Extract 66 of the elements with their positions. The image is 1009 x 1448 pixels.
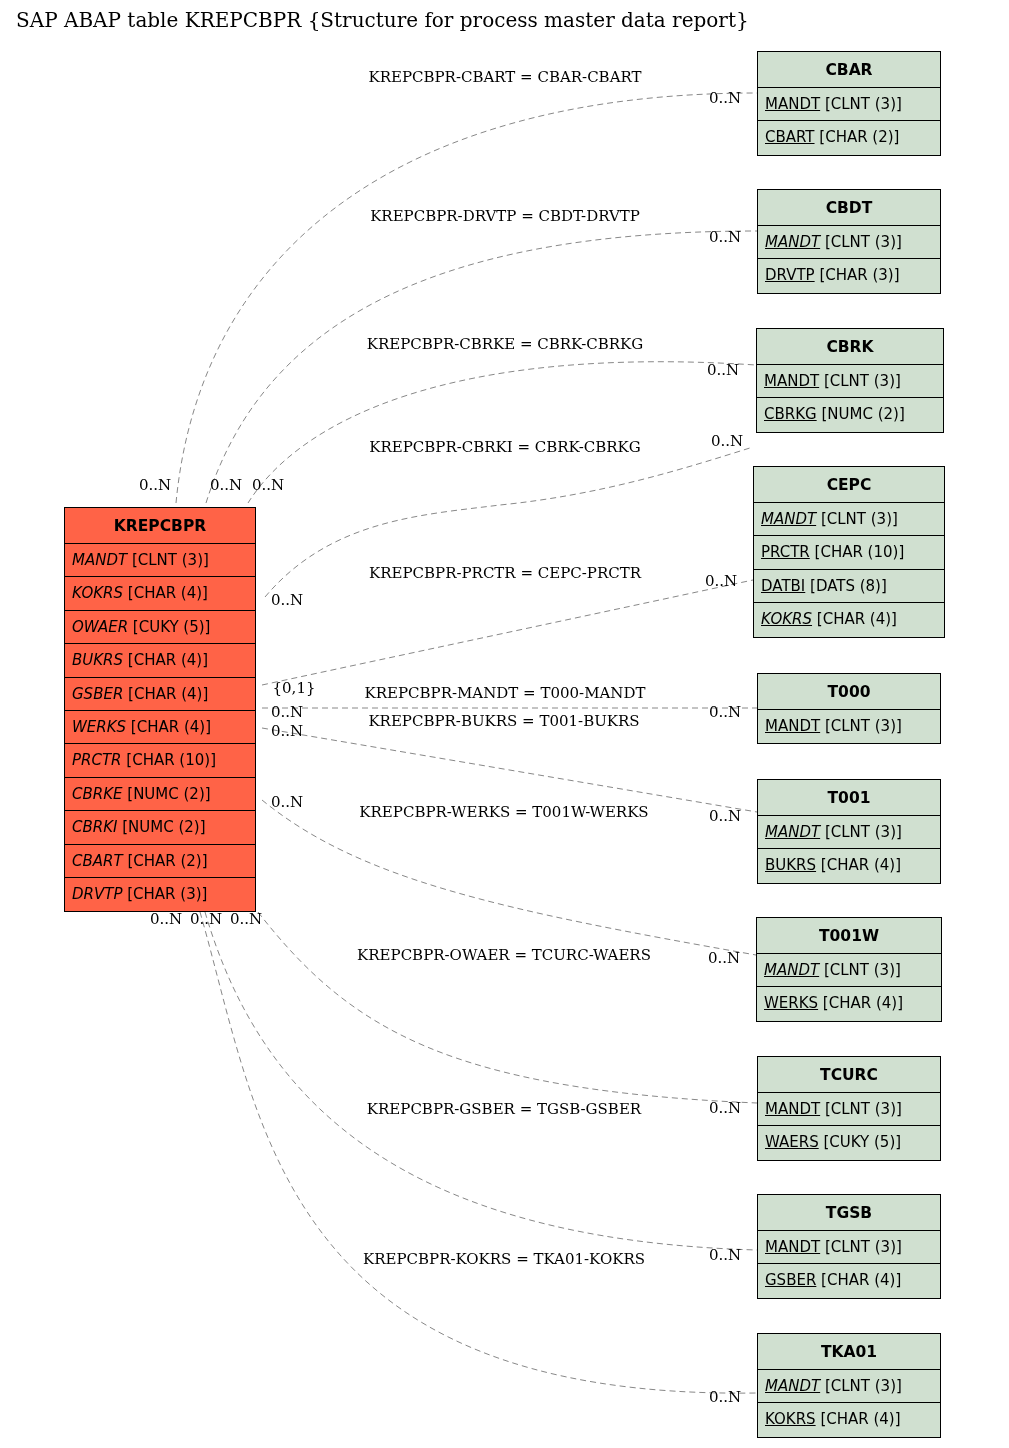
table-field: MANDT [CLNT (3)] bbox=[758, 1231, 940, 1265]
relation-label: KREPCBPR-GSBER = TGSB-GSBER bbox=[366, 1100, 642, 1118]
cardinality-label: 0..N bbox=[708, 807, 742, 825]
relation-label: KREPCBPR-KOKRS = TKA01-KOKRS bbox=[363, 1250, 645, 1268]
cardinality-label: 0..N bbox=[706, 361, 740, 379]
relation-label: KREPCBPR-CBART = CBAR-CBART bbox=[368, 68, 642, 86]
table-field: CBRKI [NUMC (2)] bbox=[65, 811, 255, 845]
table-field: PRCTR [CHAR (10)] bbox=[65, 744, 255, 778]
table-field: MANDT [CLNT (3)] bbox=[758, 710, 940, 744]
table-field: MANDT [CLNT (3)] bbox=[758, 88, 940, 122]
table-field: DRVTP [CHAR (3)] bbox=[758, 259, 940, 293]
cardinality-label: 0..N bbox=[708, 1388, 742, 1406]
table-field: DRVTP [CHAR (3)] bbox=[65, 877, 255, 912]
table-field: MANDT [CLNT (3)] bbox=[758, 1370, 940, 1404]
cardinality-label: 0..N bbox=[270, 591, 304, 609]
table-field: MANDT [CLNT (3)] bbox=[757, 954, 941, 988]
table-field: KOKRS [CHAR (4)] bbox=[65, 577, 255, 611]
table-field: PRCTR [CHAR (10)] bbox=[754, 536, 944, 570]
table-field: CBART [CHAR (2)] bbox=[65, 844, 255, 878]
cardinality-label: 0..N bbox=[251, 476, 285, 494]
table-field: WERKS [CHAR (4)] bbox=[65, 710, 255, 745]
relation-label: KREPCBPR-DRVTP = CBDT-DRVTP bbox=[370, 207, 640, 225]
table-field: MANDT [CLNT (3)] bbox=[758, 816, 940, 850]
cardinality-label: 0..N bbox=[708, 703, 742, 721]
table-field: GSBER [CHAR (4)] bbox=[65, 677, 255, 711]
cardinality-label: 0..N bbox=[708, 1246, 742, 1264]
table-field: GSBER [CHAR (4)] bbox=[758, 1264, 940, 1298]
table-field: MANDT [CLNT (3)] bbox=[65, 544, 255, 578]
cardinality-label: 0..N bbox=[710, 432, 744, 450]
table-field: CBRKG [NUMC (2)] bbox=[757, 398, 943, 432]
cardinality-label: 0..N bbox=[138, 476, 172, 494]
relation-label: KREPCBPR-CBRKE = CBRK-CBRKG bbox=[366, 335, 644, 353]
table-field: DATBI [DATS (8)] bbox=[754, 569, 944, 604]
table-field: MANDT [CLNT (3)] bbox=[758, 226, 940, 260]
table-field: BUKRS [CHAR (4)] bbox=[758, 849, 940, 883]
cardinality-label: 0..N bbox=[270, 703, 304, 721]
table-field: MANDT [CLNT (3)] bbox=[757, 365, 943, 399]
cardinality-label: 0..N bbox=[229, 910, 263, 928]
table-field: OWAER [CUKY (5)] bbox=[65, 610, 255, 645]
cardinality-label: 0..N bbox=[149, 910, 183, 928]
cardinality-label: {0,1} bbox=[272, 679, 316, 697]
table-field: CBART [CHAR (2)] bbox=[758, 121, 940, 155]
cardinality-label: 0..N bbox=[209, 476, 243, 494]
relation-label: KREPCBPR-BUKRS = T001-BUKRS bbox=[368, 712, 640, 730]
table-field: BUKRS [CHAR (4)] bbox=[65, 644, 255, 678]
cardinality-label: 0..N bbox=[707, 949, 741, 967]
cardinality-label: 0..N bbox=[708, 1099, 742, 1117]
relation-label: KREPCBPR-PRCTR = CEPC-PRCTR bbox=[369, 564, 641, 582]
relation-label: KREPCBPR-MANDT = T000-MANDT bbox=[364, 684, 646, 702]
table-field: WERKS [CHAR (4)] bbox=[757, 987, 941, 1021]
diagram-title: SAP ABAP table KREPCBPR {Structure for process master data report} bbox=[16, 8, 749, 32]
table-field: KOKRS [CHAR (4)] bbox=[758, 1403, 940, 1437]
table-field: WAERS [CUKY (5)] bbox=[758, 1126, 940, 1160]
cardinality-label: 0..N bbox=[704, 572, 738, 590]
table-field: CBRKE [NUMC (2)] bbox=[65, 777, 255, 812]
cardinality-label: 0..N bbox=[189, 910, 223, 928]
relation-label: KREPCBPR-WERKS = T001W-WERKS bbox=[359, 803, 649, 821]
table-field: MANDT [CLNT (3)] bbox=[758, 1093, 940, 1127]
cardinality-label: 0..N bbox=[708, 228, 742, 246]
cardinality-label: 0..N bbox=[270, 793, 304, 811]
relation-label: KREPCBPR-OWAER = TCURC-WAERS bbox=[357, 946, 651, 964]
table-field: KOKRS [CHAR (4)] bbox=[754, 603, 944, 637]
table-field: MANDT [CLNT (3)] bbox=[754, 503, 944, 537]
relation-label: KREPCBPR-CBRKI = CBRK-CBRKG bbox=[369, 438, 641, 456]
cardinality-label: 0..N bbox=[270, 722, 304, 740]
cardinality-label: 0..N bbox=[708, 89, 742, 107]
